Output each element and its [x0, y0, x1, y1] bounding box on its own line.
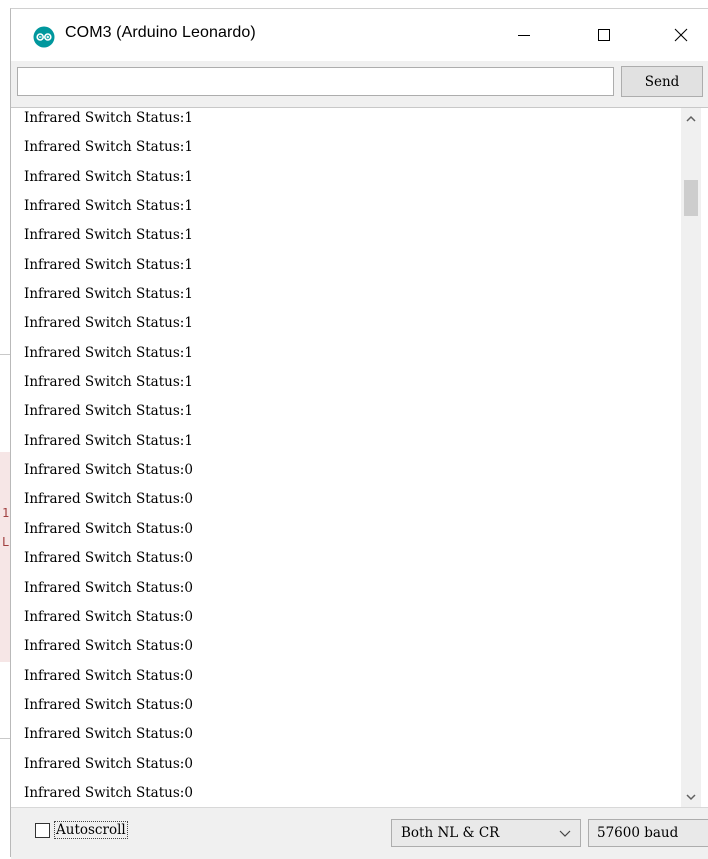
scroll-thumb[interactable] — [684, 180, 698, 216]
baud-rate-value: 57600 baud — [597, 825, 679, 841]
send-bar: Send — [11, 61, 708, 107]
chevron-down-icon — [686, 794, 696, 801]
output-line: Infrared Switch Status:1 — [24, 344, 193, 361]
line-ending-select[interactable]: Both NL & CR — [391, 819, 581, 847]
output-line: Infrared Switch Status:0 — [24, 784, 193, 801]
background-error-pane — [0, 452, 10, 662]
background-glyph: 1 — [2, 506, 10, 520]
output-line: Infrared Switch Status:0 — [24, 726, 193, 743]
maximize-icon — [598, 29, 610, 41]
background-glyph: L — [2, 535, 10, 549]
autoscroll-toggle[interactable]: Autoscroll — [35, 821, 128, 839]
output-line: Infrared Switch Status:1 — [24, 168, 193, 185]
output-line: Infrared Switch Status:0 — [24, 462, 193, 479]
output-line: Infrared Switch Status:1 — [24, 374, 193, 391]
maximize-button[interactable] — [581, 9, 627, 61]
background-divider — [0, 354, 10, 355]
status-bar: Autoscroll Both NL & CR 57600 baud — [11, 807, 708, 859]
output-line: Infrared Switch Status:1 — [24, 256, 193, 273]
line-ending-value: Both NL & CR — [401, 825, 500, 841]
output-line: Infrared Switch Status:1 — [24, 227, 193, 244]
minimize-button[interactable] — [501, 9, 547, 61]
output-line: Infrared Switch Status:1 — [24, 198, 193, 215]
baud-rate-select[interactable]: 57600 baud — [588, 819, 708, 847]
output-line: Infrared Switch Status:0 — [24, 491, 193, 508]
output-line: Infrared Switch Status:0 — [24, 696, 193, 713]
output-line: Infrared Switch Status:1 — [24, 139, 193, 156]
background-window-edge: 1 L — [0, 0, 10, 857]
output-line: Infrared Switch Status:1 — [24, 432, 193, 449]
background-divider — [0, 738, 10, 739]
scroll-down-button[interactable] — [681, 786, 701, 808]
output-line: Infrared Switch Status:0 — [24, 550, 193, 567]
vertical-scrollbar[interactable] — [681, 108, 701, 808]
output-line: Infrared Switch Status:0 — [24, 608, 193, 625]
output-line: Infrared Switch Status:1 — [24, 110, 193, 126]
output-line: Infrared Switch Status:0 — [24, 520, 193, 537]
close-icon — [674, 28, 688, 42]
title-bar[interactable]: COM3 (Arduino Leonardo) — [11, 9, 708, 61]
minimize-icon — [518, 35, 530, 36]
autoscroll-checkbox[interactable] — [35, 822, 50, 838]
output-line: Infrared Switch Status:0 — [24, 579, 193, 596]
scroll-up-button[interactable] — [681, 108, 701, 130]
serial-output-area[interactable]: Infrared Switch Status:1 Infrared Switch … — [11, 107, 708, 808]
output-line: Infrared Switch Status:1 — [24, 315, 193, 332]
serial-monitor-window: COM3 (Arduino Leonardo) Send Infrared Sw… — [10, 8, 708, 859]
output-line: Infrared Switch Status:0 — [24, 755, 193, 772]
send-button[interactable]: Send — [621, 66, 703, 97]
output-line: Infrared Switch Status:1 — [24, 403, 193, 420]
output-line: Infrared Switch Status:1 — [24, 286, 193, 303]
window-title: COM3 (Arduino Leonardo) — [65, 24, 256, 41]
close-button[interactable] — [658, 9, 704, 61]
arduino-logo-icon — [33, 26, 55, 48]
chevron-down-icon — [559, 830, 571, 837]
output-line: Infrared Switch Status:0 — [24, 667, 193, 684]
output-lines: Infrared Switch Status:1 Infrared Switch … — [24, 108, 193, 808]
chevron-up-icon — [686, 115, 696, 122]
output-line: Infrared Switch Status:0 — [24, 638, 193, 655]
autoscroll-label[interactable]: Autoscroll — [54, 821, 128, 839]
serial-input-field[interactable] — [17, 67, 614, 96]
